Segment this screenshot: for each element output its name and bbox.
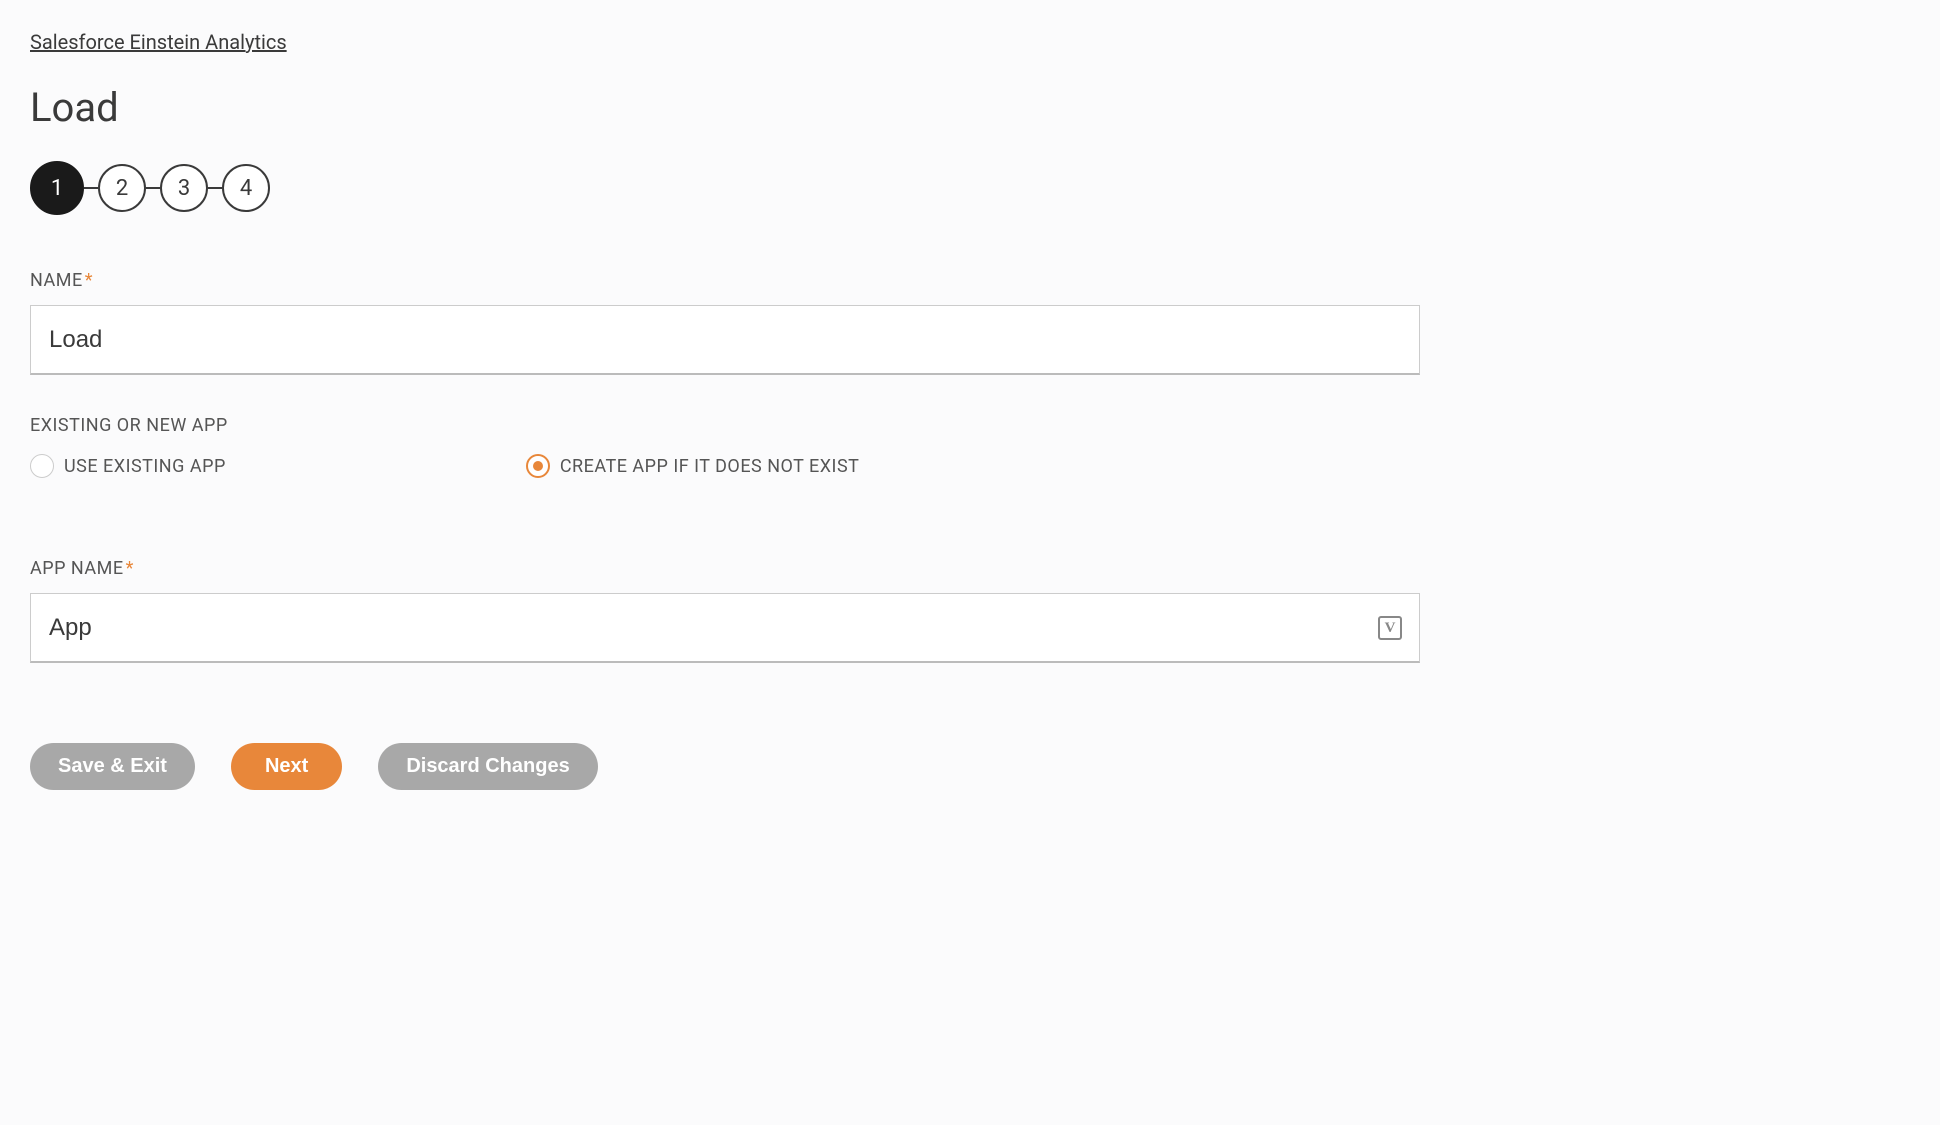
next-button[interactable]: Next	[231, 743, 342, 790]
step-3[interactable]: 3	[160, 164, 208, 212]
app-mode-label: EXISTING OR NEW APP	[30, 415, 1910, 436]
radio-create-app[interactable]: CREATE APP IF IT DOES NOT EXIST	[526, 454, 860, 478]
name-input[interactable]	[30, 305, 1420, 375]
required-marker: *	[126, 558, 134, 579]
radio-circle-icon	[30, 454, 54, 478]
step-connector	[146, 187, 160, 189]
name-label: NAME*	[30, 270, 1910, 291]
radio-use-existing[interactable]: USE EXISTING APP	[30, 454, 226, 478]
page-title: Load	[30, 84, 1910, 131]
app-name-label: APP NAME*	[30, 558, 1910, 579]
app-mode-group: EXISTING OR NEW APP USE EXISTING APP CRE…	[30, 415, 1910, 478]
app-name-label-text: APP NAME	[30, 558, 124, 579]
radio-create-app-label: CREATE APP IF IT DOES NOT EXIST	[560, 456, 860, 477]
save-exit-button[interactable]: Save & Exit	[30, 743, 195, 790]
step-indicator: 1 2 3 4	[30, 161, 1910, 215]
app-mode-radio-row: USE EXISTING APP CREATE APP IF IT DOES N…	[30, 454, 1910, 478]
step-connector	[84, 187, 98, 189]
discard-button[interactable]: Discard Changes	[378, 743, 597, 790]
app-name-input-wrapper: V	[30, 593, 1420, 663]
app-name-field-group: APP NAME* V	[30, 558, 1910, 663]
step-4[interactable]: 4	[222, 164, 270, 212]
name-field-group: NAME*	[30, 270, 1910, 375]
variable-icon[interactable]: V	[1378, 616, 1402, 640]
radio-use-existing-label: USE EXISTING APP	[64, 456, 226, 477]
name-label-text: NAME	[30, 270, 83, 291]
radio-dot-icon	[533, 461, 543, 471]
step-1[interactable]: 1	[30, 161, 84, 215]
required-marker: *	[85, 270, 93, 291]
step-connector	[208, 187, 222, 189]
radio-circle-icon	[526, 454, 550, 478]
breadcrumb-link[interactable]: Salesforce Einstein Analytics	[30, 30, 287, 54]
step-2[interactable]: 2	[98, 164, 146, 212]
app-name-input[interactable]	[30, 593, 1420, 663]
action-buttons: Save & Exit Next Discard Changes	[30, 743, 1910, 790]
